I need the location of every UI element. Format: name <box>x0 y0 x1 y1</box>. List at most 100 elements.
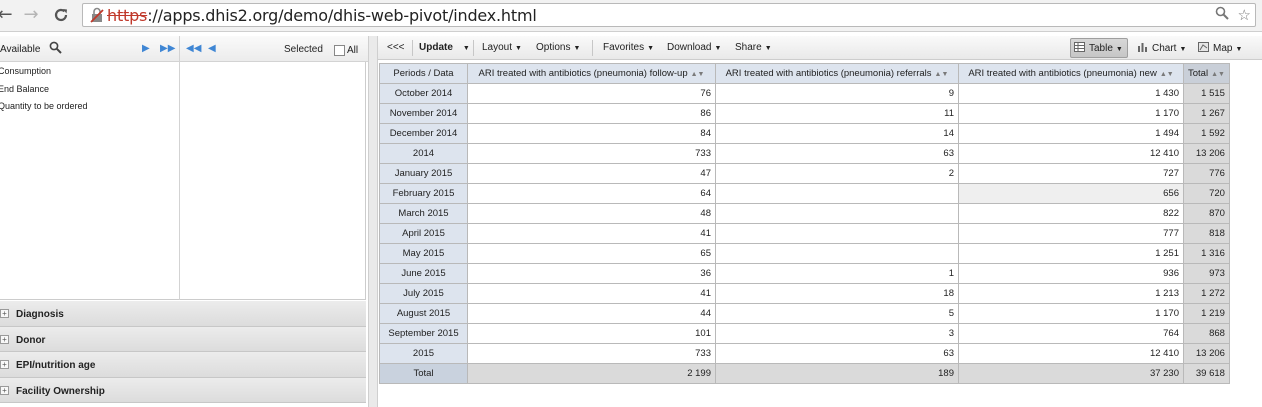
update-label: Update <box>419 42 453 53</box>
share-label: Share <box>735 42 762 53</box>
available-item[interactable]: End Balance <box>0 84 88 102</box>
reload-icon <box>54 8 68 22</box>
table-row: April 2015 41 777 818 <box>379 223 1230 244</box>
period-cell: September 2015 <box>379 323 468 344</box>
value-cell-new: 727 <box>958 163 1184 184</box>
options-button[interactable]: Options ▼ <box>536 42 580 53</box>
dimension-section[interactable]: + Facility Ownership <box>0 377 366 403</box>
value-cell-referrals <box>715 243 959 264</box>
period-cell: April 2015 <box>379 223 468 244</box>
chart-view-button[interactable]: Chart ▼ <box>1137 42 1186 54</box>
deselect-one-arrow-icon[interactable]: ◀ <box>208 43 216 54</box>
select-all-checkbox[interactable] <box>334 45 345 56</box>
value-cell-followup: 65 <box>467 243 716 264</box>
row-total-cell: 1 592 <box>1183 123 1230 144</box>
value-cell-followup: 84 <box>467 123 716 144</box>
forward-button[interactable]: → <box>20 4 42 26</box>
zoom-icon[interactable] <box>1215 6 1234 24</box>
layout-button[interactable]: Layout ▼ <box>482 42 522 53</box>
url-text: https://apps.dhis2.org/demo/dhis-web-piv… <box>107 6 537 25</box>
value-cell-referrals: 11 <box>715 103 959 124</box>
row-total-cell: 973 <box>1183 263 1230 284</box>
url-path: ://apps.dhis2.org/demo/dhis-web-pivot/in… <box>147 6 537 25</box>
update-button[interactable]: Update ▼ <box>419 42 470 53</box>
favorites-button[interactable]: Favorites ▼ <box>603 42 654 53</box>
period-cell: October 2014 <box>379 83 468 104</box>
available-label: Available <box>0 44 41 55</box>
row-total-cell: 1 219 <box>1183 303 1230 324</box>
table-row: October 2014 76 9 1 430 1 515 <box>379 83 1230 104</box>
period-cell: December 2014 <box>379 123 468 144</box>
map-view-button[interactable]: Map ▼ <box>1198 42 1242 54</box>
period-cell: Total <box>379 363 468 384</box>
period-cell: January 2015 <box>379 163 468 184</box>
value-cell-new: 1 251 <box>958 243 1184 264</box>
header-total[interactable]: Total ▲▼ <box>1183 63 1230 84</box>
period-cell: 2015 <box>379 343 468 364</box>
back-button[interactable]: ← <box>0 4 16 26</box>
dimension-section[interactable]: + Donor <box>0 326 366 352</box>
available-item[interactable]: Quantity to be ordered <box>0 101 88 119</box>
pivot-body: October 2014 76 9 1 430 1 515 November 2014 86… <box>379 83 1230 384</box>
period-cell: June 2015 <box>379 263 468 284</box>
available-item[interactable]: Consumption <box>0 66 88 84</box>
header-new[interactable]: ARI treated with antibiotics (pneumonia)… <box>958 63 1184 84</box>
header-label: Total <box>1188 68 1209 79</box>
value-cell-new: 822 <box>958 203 1184 224</box>
period-cell: August 2015 <box>379 303 468 324</box>
value-cell-new: 1 213 <box>958 283 1184 304</box>
dimension-section[interactable]: + EPI/nutrition age <box>0 352 366 378</box>
header-referrals[interactable]: ARI treated with antibiotics (pneumonia)… <box>715 63 959 84</box>
value-cell-followup: 101 <box>467 323 716 344</box>
dimension-label: Donor <box>16 334 46 346</box>
row-total-cell: 870 <box>1183 203 1230 224</box>
share-button[interactable]: Share ▼ <box>735 42 772 53</box>
value-cell-referrals: 189 <box>715 363 959 384</box>
deselect-all-arrow-icon[interactable]: ◀◀ <box>186 43 201 54</box>
header-followup[interactable]: ARI treated with antibiotics (pneumonia)… <box>467 63 716 84</box>
period-cell: July 2015 <box>379 283 468 304</box>
address-bar[interactable]: https://apps.dhis2.org/demo/dhis-web-piv… <box>82 3 1256 27</box>
select-all-label: All <box>347 45 359 56</box>
reload-button[interactable] <box>50 4 72 26</box>
row-total-cell: 1 316 <box>1183 243 1230 264</box>
pivot-table-container: Periods / Data ARI treated with antibiot… <box>379 63 1230 384</box>
table-view-label-wrap: Table ▼ <box>1074 42 1123 54</box>
panel-splitter[interactable] <box>368 36 378 407</box>
dimension-sections: + Diagnosis + Donor + EPI/nutrition age + Facil… <box>0 301 366 403</box>
browser-toolbar: ← → https://apps.dhis2.org/demo/dhis-web… <box>0 0 1262 32</box>
value-cell-referrals: 5 <box>715 303 959 324</box>
row-total-cell: 13 206 <box>1183 143 1230 164</box>
header-label: Periods / Data <box>393 68 454 79</box>
value-cell-referrals <box>715 183 959 204</box>
download-button[interactable]: Download ▼ <box>667 42 721 53</box>
value-cell-referrals <box>715 223 959 244</box>
toolbar-separator <box>473 40 474 56</box>
star-icon[interactable]: ☆ <box>1238 6 1251 24</box>
period-cell: 2014 <box>379 143 468 164</box>
expand-icon: + <box>0 385 9 395</box>
header-label: ARI treated with antibiotics (pneumonia)… <box>968 68 1157 79</box>
value-cell-followup: 47 <box>467 163 716 184</box>
collapse-panel-button[interactable]: <<< <box>387 42 405 53</box>
dimension-panel: Available ▶ ▶▶ ◀◀ ◀ Selected All Consump… <box>0 36 368 407</box>
period-cell: February 2015 <box>379 183 468 204</box>
period-cell: November 2014 <box>379 103 468 124</box>
pivot-table: Periods / Data ARI treated with antibiot… <box>379 63 1230 384</box>
total-row: Total 2 199 189 37 230 39 618 <box>379 363 1230 384</box>
value-cell-followup: 733 <box>467 143 716 164</box>
search-icon[interactable] <box>49 41 62 57</box>
sort-icon: ▲▼ <box>1159 71 1174 78</box>
select-one-arrow-icon[interactable]: ▶ <box>142 43 150 54</box>
expand-icon: + <box>0 309 9 318</box>
data-selector-header: Available ▶ ▶▶ ◀◀ ◀ Selected All <box>0 36 368 62</box>
value-cell-new: 1 494 <box>958 123 1184 144</box>
available-items-list: Consumption End Balance Quantity to be ord… <box>0 66 88 119</box>
table-icon <box>1074 42 1085 52</box>
dimension-label: Facility Ownership <box>16 385 105 397</box>
dimension-section[interactable]: + Diagnosis <box>0 301 366 327</box>
table-row: 2014 733 63 12 410 13 206 <box>379 143 1230 164</box>
select-all-arrow-icon[interactable]: ▶▶ <box>160 43 175 54</box>
value-cell-new: 777 <box>958 223 1184 244</box>
value-cell-referrals: 63 <box>715 343 959 364</box>
